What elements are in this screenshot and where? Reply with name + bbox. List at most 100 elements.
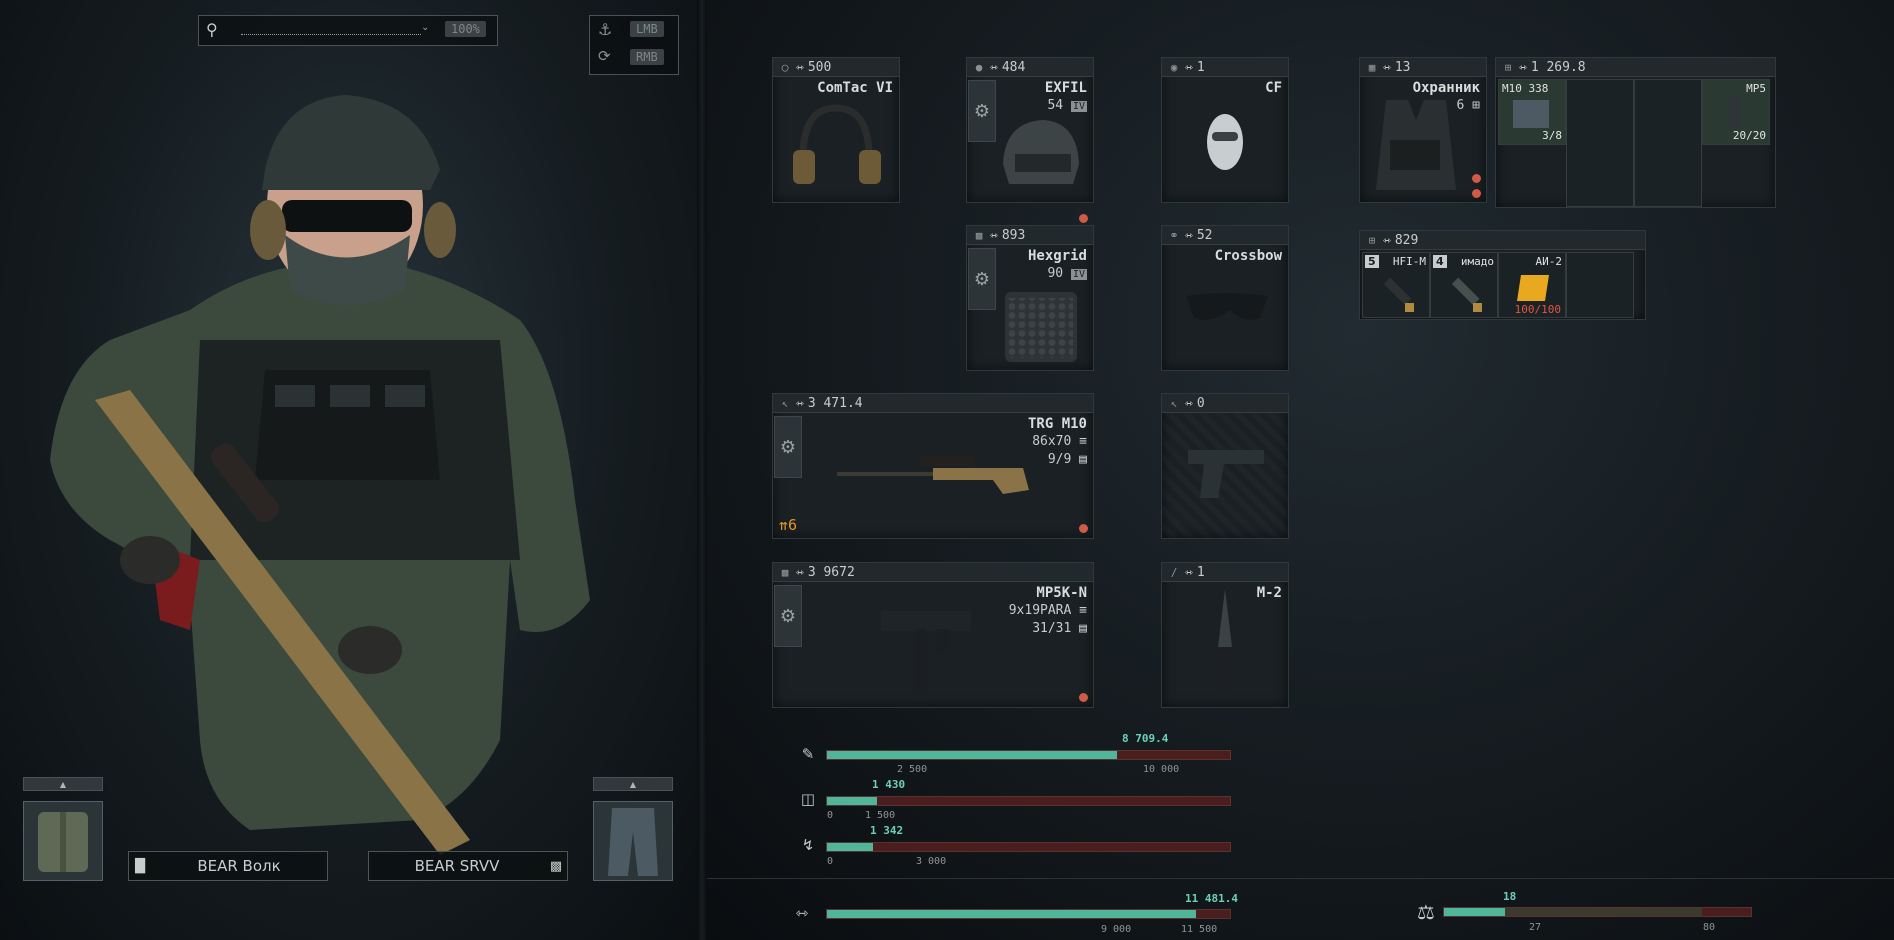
slot-secondary-weapon[interactable]: ▩ ⇿ 3 9672 ⚙ MP5K-N 9x19PARA ≡ 31/31 ▤ (772, 562, 1094, 708)
stat-value-tick: 10 000 (1143, 764, 1180, 775)
weight-icon: ⇿ (990, 227, 998, 243)
durability: 54 IV (1047, 98, 1087, 113)
slot-earpiece[interactable]: ◯ ⇿ 500 ComTac VI (772, 57, 900, 203)
shirt-icon: █ (135, 858, 145, 874)
magazine-icon: ▤ (1079, 452, 1087, 467)
stat-weight-tick: 27 (1529, 922, 1542, 933)
slot-header: ↖ ⇿ 3 471.4 (773, 394, 1093, 413)
slot-headwear[interactable]: ● ⇿ 484 ⚙ EXFIL 54 IV (966, 57, 1094, 223)
top-clothing-expand[interactable]: ▲ (23, 777, 103, 791)
modding-tab[interactable]: ⚙ (774, 585, 802, 647)
slot-weight: 13 (1394, 59, 1411, 75)
quick-slot-badge: 5 (1365, 255, 1379, 268)
weight-icon: ⇿ (1519, 59, 1527, 75)
stat-weight-bar (1443, 907, 1752, 917)
lmb-hint: LMB (630, 21, 664, 37)
slot-weight: 893 (1001, 227, 1026, 243)
modding-tab[interactable]: ⚙ (968, 80, 996, 142)
backpack-icon: ⊞ (1504, 60, 1512, 74)
search-input[interactable] (241, 34, 421, 35)
stat-value-tick: 2 500 (897, 764, 928, 775)
slot-face-cover[interactable]: ◉ ⇿ 1 CF (1161, 57, 1289, 203)
stat-weight-current: 18 (1503, 890, 1517, 903)
bottom-clothing-expand[interactable]: ▲ (593, 777, 673, 791)
slot-holster[interactable]: ↖ ⇿ 0 (1161, 393, 1289, 539)
stat-total-tick: 11 500 (1181, 924, 1218, 935)
armor-icon: ▩ (975, 228, 983, 242)
helmet-icon: ● (975, 60, 983, 74)
mod-icon: ⚙ (779, 605, 797, 627)
balaclava-item-icon (1207, 114, 1243, 170)
status-indicator (1472, 174, 1481, 183)
top-clothing-thumbnail[interactable] (23, 801, 103, 881)
stat-weight-mid (1505, 908, 1702, 916)
stat-armor-current: 1 430 (872, 778, 906, 791)
item-name: CF (1265, 80, 1282, 96)
rig-icon: ▦ (1368, 60, 1376, 74)
modding-tab[interactable]: ⚙ (774, 416, 802, 478)
glasses-icon: ⚭ (1169, 228, 1179, 242)
slot-weight: 3 9672 (807, 564, 855, 580)
stat-energy-bar (826, 842, 1231, 852)
stat-armor-tick: 1 500 (865, 810, 896, 821)
slot-pockets[interactable]: ⊞ ⇿ 829 5 HFI-M 4 имадо АИ-2 100/100 (1359, 230, 1646, 320)
stat-armor-bar (826, 796, 1231, 806)
backpack-item[interactable]: MP5 20/20 (1702, 79, 1770, 145)
slot-tactical-rig[interactable]: ▦ ⇿ 13 Охранник 6 ⊞ (1359, 57, 1487, 203)
slot-primary-weapon[interactable]: ↖ ⇿ 3 471.4 ⚙ TRG M10 86x70 ≡ 9/9 ▤ ⇈6 (772, 393, 1094, 539)
top-clothing-button[interactable]: █ BEAR Волк (128, 851, 328, 881)
search-icon[interactable]: ⚲ (206, 20, 218, 39)
medkit-item-icon (1517, 275, 1549, 301)
slot-scabbard[interactable]: ∕ ⇿ 1 M-2 (1161, 562, 1289, 708)
status-indicator (1079, 524, 1088, 533)
pistol-icon: ↖ (1170, 396, 1178, 410)
caliber: 86x70 ≡ (1032, 434, 1087, 449)
magazine-icon: ▤ (1079, 621, 1087, 636)
ammo-value: 31/31 (1032, 621, 1072, 636)
item-count: 3/8 (1542, 129, 1562, 142)
stat-total-fill (827, 910, 1196, 918)
bottom-clothing-thumbnail[interactable] (593, 801, 673, 881)
equipment-pane: ◯ ⇿ 500 ComTac VI ● ⇿ 484 ⚙ EXFIL 54 IV ◉ ⇿ 1 … (707, 0, 1894, 940)
slot-eyewear[interactable]: ⚭ ⇿ 52 Crossbow (1161, 225, 1289, 371)
slot-header: ▩ ⇿ 893 (967, 226, 1093, 245)
slot-body-armor[interactable]: ▩ ⇿ 893 ⚙ Hexgrid 90 IV (966, 225, 1094, 371)
bottom-clothing-button[interactable]: BEAR SRVV ▩ (368, 851, 568, 881)
slot-backpack[interactable]: ⊞ ⇿ 1 269.8 M10 338 3/8 MP5 20/20 (1495, 57, 1776, 208)
magazine-item-icon (1513, 100, 1549, 128)
item-name: ComTac VI (817, 80, 893, 96)
slot-weight: 829 (1394, 232, 1419, 248)
item-count: 100/100 (1514, 303, 1561, 316)
character-model[interactable] (0, 40, 697, 900)
item-name: TRG M10 (1027, 416, 1087, 432)
stat-energy-tick: 3 000 (916, 856, 947, 867)
weight-icon: ⇿ (1185, 227, 1193, 243)
pocket-item[interactable]: 4 имадо (1430, 252, 1498, 318)
slot-header: ↖ ⇿ 0 (1162, 394, 1288, 413)
pocket-empty-cell[interactable] (1566, 252, 1634, 318)
pocket-item[interactable]: 5 HFI-M (1362, 252, 1430, 318)
stat-armor-fill (827, 797, 878, 805)
item-name: M-2 (1256, 585, 1282, 601)
slot-header: ⊞ ⇿ 1 269.8 (1496, 58, 1775, 77)
modding-tab[interactable]: ⚙ (968, 248, 996, 310)
backpack-empty-cell[interactable] (1634, 79, 1702, 207)
bottom-clothing-label: BEAR SRVV (414, 857, 500, 875)
caliber: 9x19PARA ≡ (1009, 603, 1087, 618)
backpack-empty-cell[interactable] (1566, 79, 1634, 207)
status-indicator (1079, 693, 1088, 702)
weight-icon: ⇿ (1383, 59, 1391, 75)
zoom-level: 100% (445, 21, 486, 37)
stat-armor-tick: 0 (827, 810, 834, 821)
mod-icon: ⚙ (973, 268, 991, 290)
headset-item-icon (793, 104, 881, 184)
pocket-item[interactable]: АИ-2 100/100 (1498, 252, 1566, 318)
search-bar[interactable]: ⚲ ⌄ 100% (198, 15, 498, 46)
chevron-down-icon[interactable]: ⌄ (421, 22, 429, 33)
grenade-item-icon (1451, 277, 1482, 312)
slot-header: ⊞ ⇿ 829 (1360, 231, 1645, 250)
smg-item-icon (881, 611, 971, 699)
mod-icon: ⚙ (973, 100, 991, 122)
weight-icon: ⇿ (1383, 232, 1391, 248)
backpack-item[interactable]: M10 338 3/8 (1498, 79, 1566, 145)
